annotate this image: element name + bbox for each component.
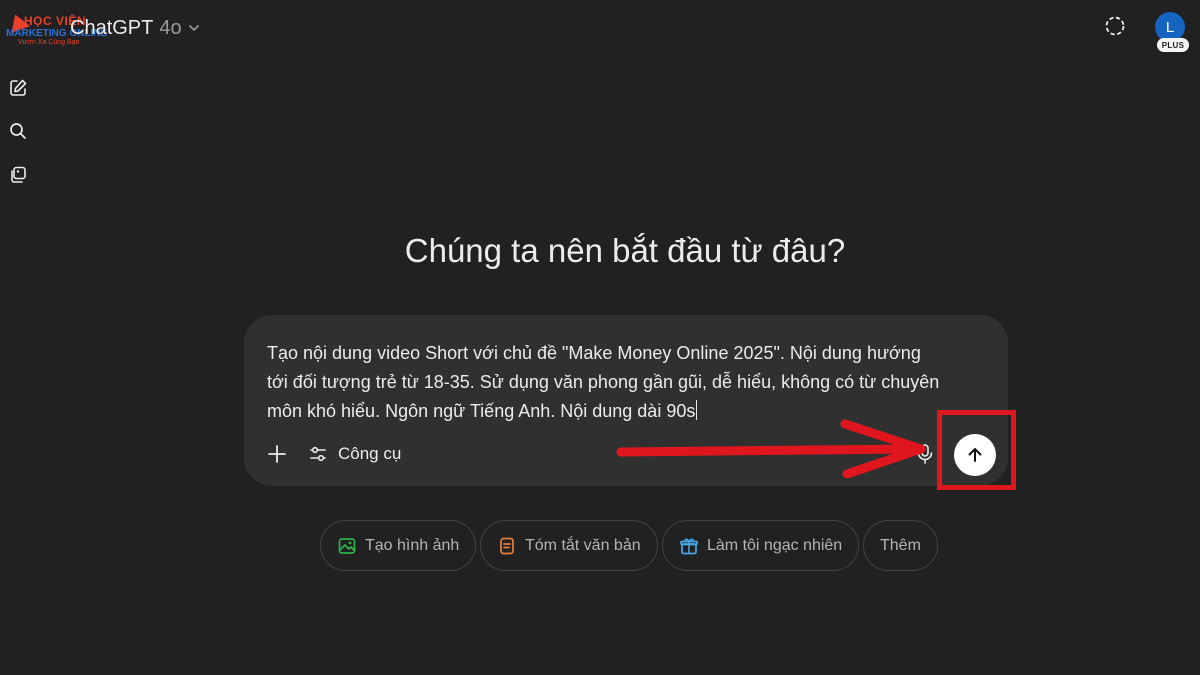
suggestion-chips: Tạo hình ảnh Tóm tắt văn bản Làm tôi ngạ… (0, 520, 1200, 572)
chip-surprise-me[interactable]: Làm tôi ngạc nhiên (662, 520, 860, 571)
model-version: 4o (159, 16, 182, 39)
new-chat-button[interactable] (7, 77, 29, 99)
image-icon (338, 537, 356, 554)
chip-label: Thêm (880, 536, 921, 554)
prompt-textarea[interactable]: Tạo nội dung video Short với chủ đề "Mak… (267, 339, 987, 426)
prompt-line: Tạo nội dung video Short với chủ đề "Mak… (267, 343, 921, 363)
annotation-highlight-box (937, 410, 1016, 490)
model-name: ChatGPT (70, 16, 154, 39)
chip-create-image[interactable]: Tạo hình ảnh (320, 520, 477, 571)
chip-more[interactable]: Thêm (863, 520, 938, 571)
prompt-line: tới đối tượng trẻ từ 18-35. Sử dụng văn … (267, 372, 940, 392)
chip-label: Tạo hình ảnh (365, 536, 460, 554)
text-caret (696, 400, 698, 420)
gift-icon (680, 538, 698, 554)
add-attachment-button[interactable] (264, 441, 290, 467)
avatar-initial: L (1165, 18, 1175, 36)
chip-summarize-text[interactable]: Tóm tắt văn bản (480, 520, 658, 571)
tools-button[interactable]: Công cụ (308, 439, 401, 469)
chip-label: Làm tôi ngạc nhiên (707, 536, 843, 554)
plan-badge: PLUS (1157, 38, 1189, 52)
chip-label: Tóm tắt văn bản (525, 536, 641, 554)
new-chat-icon (10, 79, 27, 96)
search-icon (10, 123, 26, 139)
chevron-down-icon (188, 25, 199, 32)
library-icon (11, 166, 26, 183)
annotation-arrow (616, 419, 926, 478)
temporary-chat-icon[interactable] (1103, 14, 1127, 38)
library-button[interactable] (7, 164, 29, 186)
sliders-icon (310, 446, 326, 462)
page-headline: Chúng ta nên bắt đầu từ đâu? (404, 232, 846, 269)
tools-label: Công cụ (338, 444, 402, 463)
document-icon (500, 537, 514, 554)
model-switcher[interactable]: ChatGPT 4o (70, 14, 200, 42)
search-chats-button[interactable] (7, 120, 29, 142)
